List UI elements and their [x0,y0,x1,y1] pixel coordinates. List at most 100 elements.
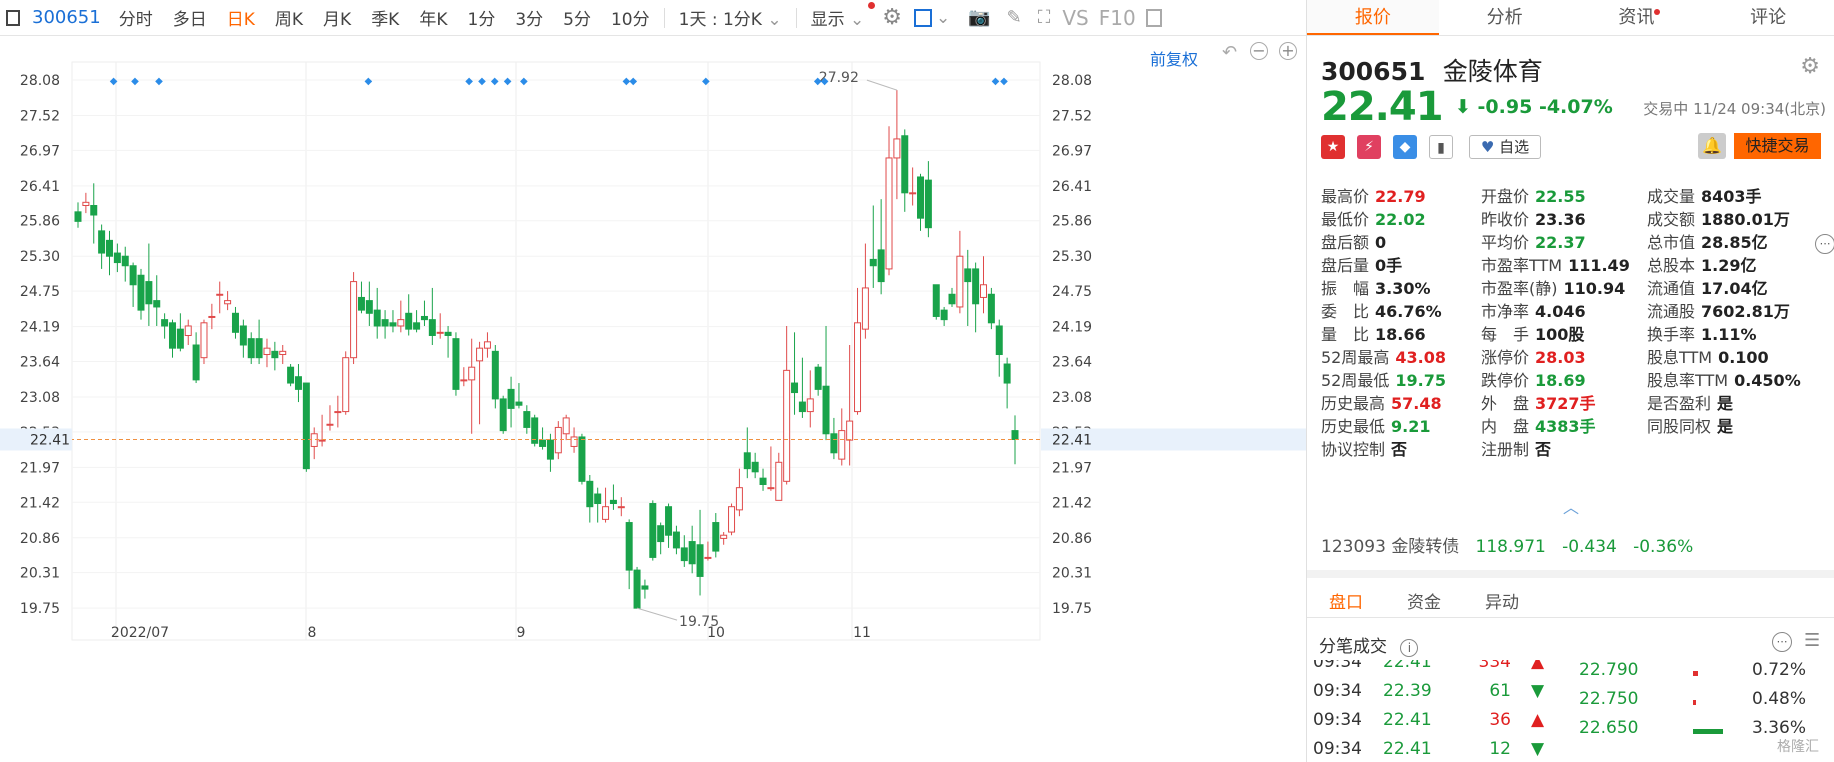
info-icon[interactable]: i [1400,639,1419,657]
quote-item: 最低价 22.02 [1321,206,1426,230]
price-label-right: 26.41 [1052,179,1092,195]
quote-label: 跌停价 [1481,371,1530,390]
quote-value: 3.30% [1375,279,1431,298]
period-select[interactable]: 1天 : 1分K ⌄ [669,5,792,30]
candle-body [893,138,901,159]
candle-body [318,439,326,442]
camera-icon[interactable]: 📷 [968,7,990,28]
candle-body [625,522,633,571]
color-square-icon[interactable] [914,8,932,27]
quote-value: 22.37 [1535,233,1586,252]
candle-body [617,506,625,509]
f10-button[interactable]: F10 [1099,6,1136,30]
china-flag-icon: ★ [1321,135,1345,159]
bell-icon[interactable]: 🔔 [1698,133,1726,159]
event-marker-icon: ◆ [131,76,139,87]
add-watchlist-button[interactable]: ♥ 自选 [1469,135,1541,159]
stock-code[interactable]: 300651 [24,7,109,28]
quote-label: 股息TTM [1647,348,1713,367]
period-tab-4[interactable]: 月K [313,5,361,30]
tab-news[interactable]: 资讯 [1571,0,1703,35]
vs-button[interactable]: VS [1062,6,1088,30]
quote-item: 市盈率(静) 110.94 [1481,275,1625,299]
depth-price: 22.650 [1579,718,1639,738]
candle-body [444,331,452,336]
candle-body [775,461,783,501]
settings-icon[interactable]: ⚙ [1800,54,1820,79]
depth-pct: 0.48% [1752,689,1807,709]
tab-orderbook[interactable]: 盘口 [1307,578,1385,617]
chevron-down-icon[interactable]: ⌄ [936,8,950,28]
candle-body [846,420,854,441]
kline-svg[interactable]: 28.08 28.08 27.52 27.52 26.97 26.97 26.41 26.41… [0,36,1306,762]
quote-label: 换手率 [1647,325,1696,344]
trade-time: 09:34 [1313,681,1362,701]
candle-body [476,347,484,362]
display-menu[interactable]: 显示 ⌄ [801,5,875,30]
rocket-icon[interactable]: ⚡ [1357,135,1381,159]
menu-icon[interactable] [6,9,20,26]
period-tab-9[interactable]: 5分 [553,5,601,30]
period-tab-3[interactable]: 周K [265,5,313,30]
candle-body [728,506,736,533]
heart-icon: ♥ [1480,138,1495,156]
candle-body [350,281,358,359]
event-marker-icon: ◆ [478,76,486,87]
tab-quote[interactable]: 报价 [1307,0,1439,35]
list-icon[interactable]: ☰ [1804,630,1820,651]
candle-body [869,258,877,267]
more-icon[interactable]: ⋯ [1772,632,1792,652]
period-tab-8[interactable]: 3分 [505,5,553,30]
change-value: -0.95 [1477,96,1533,118]
price-label-left: 24.19 [20,320,60,336]
convertible-bond[interactable]: 123093 金陵转债 118.971 -0.434 -0.36% [1321,532,1693,557]
restore-label[interactable]: 前复权 [1150,46,1198,70]
candle-body [302,382,310,470]
pen-icon[interactable]: ✎ [1007,7,1022,28]
tag-icon[interactable]: ◆ [1393,135,1417,159]
quote-item: 平均价 22.37 [1481,229,1586,253]
period-tab-7[interactable]: 1分 [458,5,506,30]
divider [1307,570,1834,578]
quote-label: 成交量 [1647,187,1696,206]
candle-body [168,322,176,349]
fullscreen-icon[interactable]: ⛶ [1038,7,1051,28]
more-icon[interactable]: ⋯ [1815,234,1834,254]
bookmark-icon[interactable]: ▮ [1429,135,1453,159]
period-tab-2[interactable]: 日K [217,5,265,30]
tab-funds[interactable]: 资金 [1385,578,1463,617]
collapse-icon[interactable]: ︿ [1563,494,1579,518]
tab-comments[interactable]: 评论 [1702,0,1834,35]
period-tab-6[interactable]: 年K [409,5,457,30]
tab-analysis[interactable]: 分析 [1439,0,1571,35]
candle-body [735,487,743,511]
arrow-icon: ▲ [1531,660,1545,672]
panel-toggle-icon[interactable] [1145,8,1162,27]
quote-label: 内 盘 [1481,417,1530,436]
divider [795,7,797,28]
tab-movement[interactable]: 异动 [1463,578,1541,617]
event-marker-icon: ◆ [364,76,372,87]
candle-body [460,379,468,382]
period-tab-5[interactable]: 季K [361,5,409,30]
quick-trade-button[interactable]: 快捷交易 [1734,133,1821,159]
current-price-label: 22.41 [1052,432,1092,448]
zoom-in-icon[interactable]: + [1279,42,1297,60]
kline-chart[interactable]: 28.08 28.08 27.52 27.52 26.97 26.97 26.41 26.41… [0,36,1306,762]
candle-body [239,325,247,346]
candle-body [381,319,389,327]
gear-icon[interactable]: ⚙ [882,5,902,30]
candle-body [287,366,295,384]
candle-body [161,319,169,327]
quote-label: 每 手 [1481,325,1530,344]
period-tab-10[interactable]: 10分 [601,5,660,30]
undo-icon[interactable]: ↶ [1222,42,1237,63]
x-axis-label: 10 [707,625,725,641]
period-tab-1[interactable]: 多日 [163,5,217,30]
zoom-out-icon[interactable]: − [1250,42,1268,60]
candle-body [523,411,531,428]
arrow-icon: ▼ [1531,739,1545,759]
period-tab-0[interactable]: 分时 [109,5,163,30]
price-change: ⬇ -0.95 -4.07% [1455,96,1613,118]
candle-body [428,319,436,336]
